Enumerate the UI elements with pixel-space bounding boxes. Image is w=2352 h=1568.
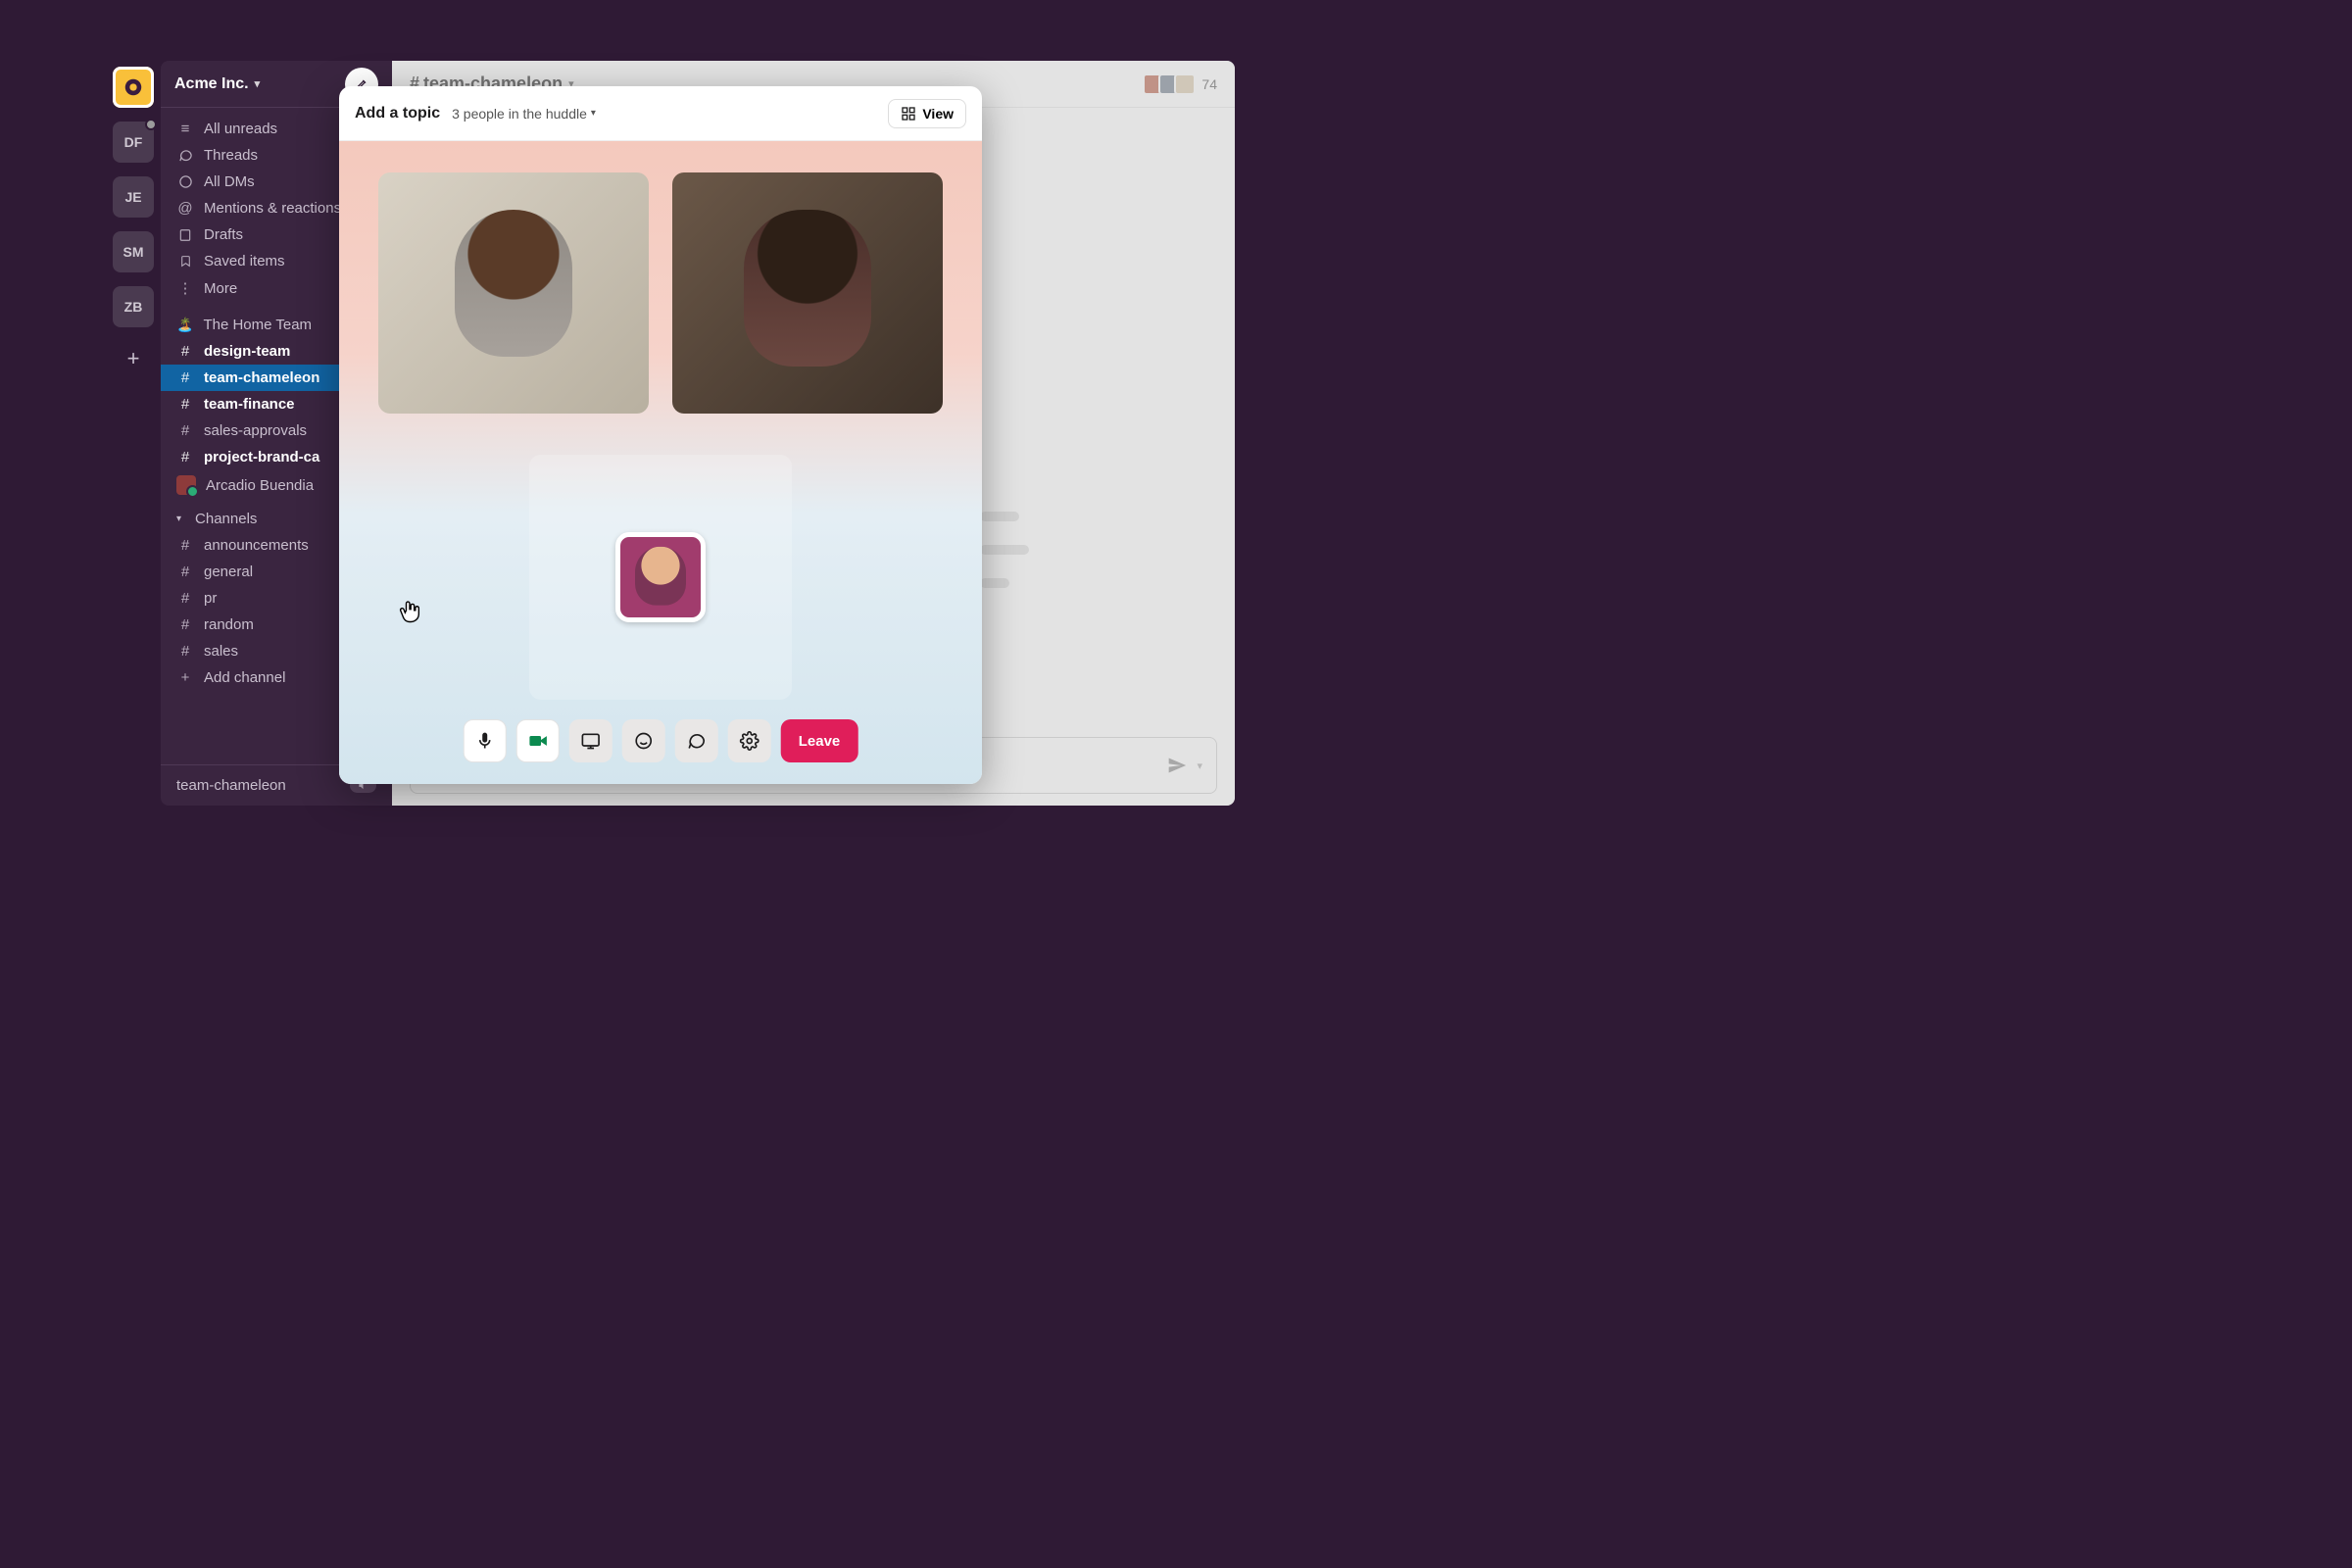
participant-video-tile[interactable] bbox=[378, 172, 649, 414]
huddle-topic-input[interactable]: Add a topic bbox=[355, 105, 440, 122]
threads-icon bbox=[176, 148, 194, 163]
hash-icon: # bbox=[176, 537, 194, 554]
presence-dot-icon bbox=[145, 119, 157, 130]
cursor-hand-icon bbox=[396, 598, 423, 625]
hash-icon: # bbox=[176, 422, 194, 439]
participant-video-tile[interactable] bbox=[672, 172, 943, 414]
huddle-toolbar: Leave bbox=[464, 719, 858, 762]
workspace-switcher-active[interactable] bbox=[113, 67, 154, 108]
hash-icon: # bbox=[176, 343, 194, 360]
workspace-switcher-item[interactable]: ZB bbox=[113, 286, 154, 327]
drafts-icon bbox=[176, 228, 194, 242]
grid-icon bbox=[901, 106, 916, 122]
thread-button[interactable] bbox=[675, 719, 718, 762]
self-avatar bbox=[615, 532, 706, 622]
self-video-placeholder[interactable] bbox=[529, 455, 792, 700]
unreads-icon: ≡ bbox=[176, 121, 194, 137]
huddle-header: Add a topic 3 people in the huddle ▾ Vie… bbox=[339, 86, 982, 141]
workspace-switcher-item[interactable]: JE bbox=[113, 176, 154, 218]
section-emoji-icon: 🏝️ bbox=[176, 317, 193, 333]
hash-icon: # bbox=[176, 616, 194, 633]
workspace-rail: DF JE SM ZB + bbox=[106, 61, 161, 806]
workspace-name: Acme Inc. bbox=[174, 75, 249, 93]
huddle-people-count[interactable]: 3 people in the huddle ▾ bbox=[452, 106, 596, 122]
huddle-footer-channel: team-chameleon bbox=[176, 777, 286, 794]
mic-button[interactable] bbox=[464, 719, 507, 762]
huddle-window: Add a topic 3 people in the huddle ▾ Vie… bbox=[339, 86, 982, 784]
leave-button[interactable]: Leave bbox=[781, 719, 858, 762]
emoji-button[interactable] bbox=[622, 719, 665, 762]
mentions-icon: @ bbox=[176, 200, 194, 217]
add-workspace-button[interactable]: + bbox=[116, 341, 151, 376]
avatar-icon bbox=[176, 475, 196, 495]
dms-icon bbox=[176, 174, 194, 189]
camera-button[interactable] bbox=[516, 719, 560, 762]
chevron-down-icon: ▾ bbox=[255, 77, 261, 90]
hash-icon: # bbox=[176, 564, 194, 580]
settings-button[interactable] bbox=[728, 719, 771, 762]
hash-icon: # bbox=[176, 369, 194, 386]
view-button[interactable]: View bbox=[888, 99, 966, 128]
huddle-stage: Leave bbox=[339, 141, 982, 784]
share-screen-button[interactable] bbox=[569, 719, 612, 762]
hash-icon: # bbox=[176, 590, 194, 607]
chevron-down-icon: ▾ bbox=[591, 108, 596, 119]
bookmark-icon bbox=[176, 254, 194, 269]
workspace-switcher-item[interactable]: SM bbox=[113, 231, 154, 272]
hash-icon: # bbox=[176, 643, 194, 660]
workspace-switcher-item[interactable]: DF bbox=[113, 122, 154, 163]
plus-icon: + bbox=[176, 669, 194, 686]
workspace-initials: DF bbox=[124, 134, 143, 150]
hash-icon: # bbox=[176, 449, 194, 466]
caret-down-icon: ▾ bbox=[176, 514, 181, 524]
hash-icon: # bbox=[176, 396, 194, 413]
more-icon: ⋮ bbox=[176, 279, 194, 297]
